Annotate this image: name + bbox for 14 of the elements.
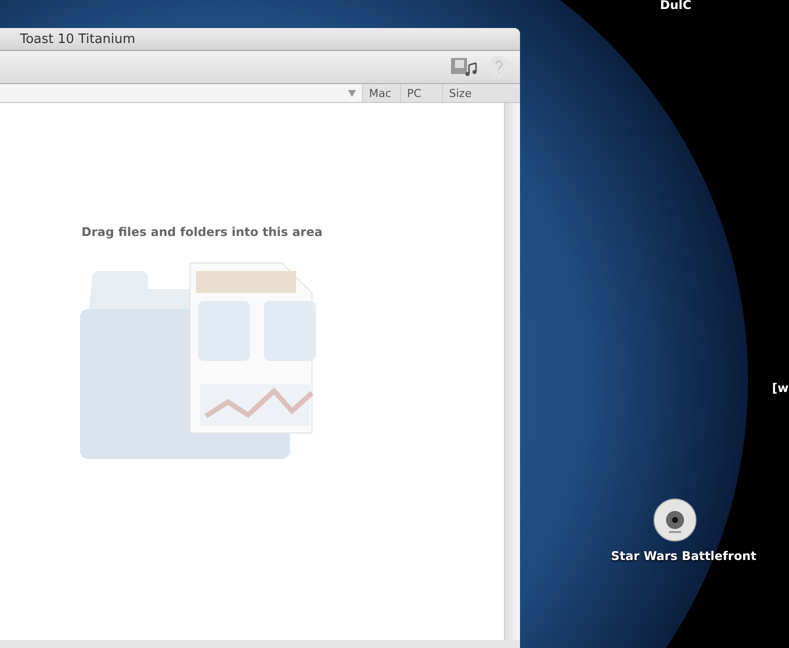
window-title: Toast 10 Titanium (20, 32, 136, 46)
desktop-item-label[interactable]: DulC (660, 0, 692, 12)
disc-label[interactable]: Star Wars Battlefront (611, 549, 756, 563)
drop-hint: Drag files and folders into this area (82, 225, 322, 239)
dropdown-arrow-icon[interactable] (348, 90, 356, 96)
column-heading[interactable]: Mac (362, 84, 400, 102)
dvd-disc-icon[interactable] (653, 498, 697, 542)
drop-area[interactable]: Drag files and folders into this area (0, 103, 504, 640)
help-icon (494, 60, 504, 74)
column-heading[interactable]: Size (442, 84, 520, 102)
column-heading[interactable]: PC (400, 84, 442, 102)
desktop-item-label[interactable]: [w (772, 381, 789, 395)
scrollbar[interactable] (504, 103, 520, 640)
film-music-icon[interactable] (450, 57, 478, 77)
